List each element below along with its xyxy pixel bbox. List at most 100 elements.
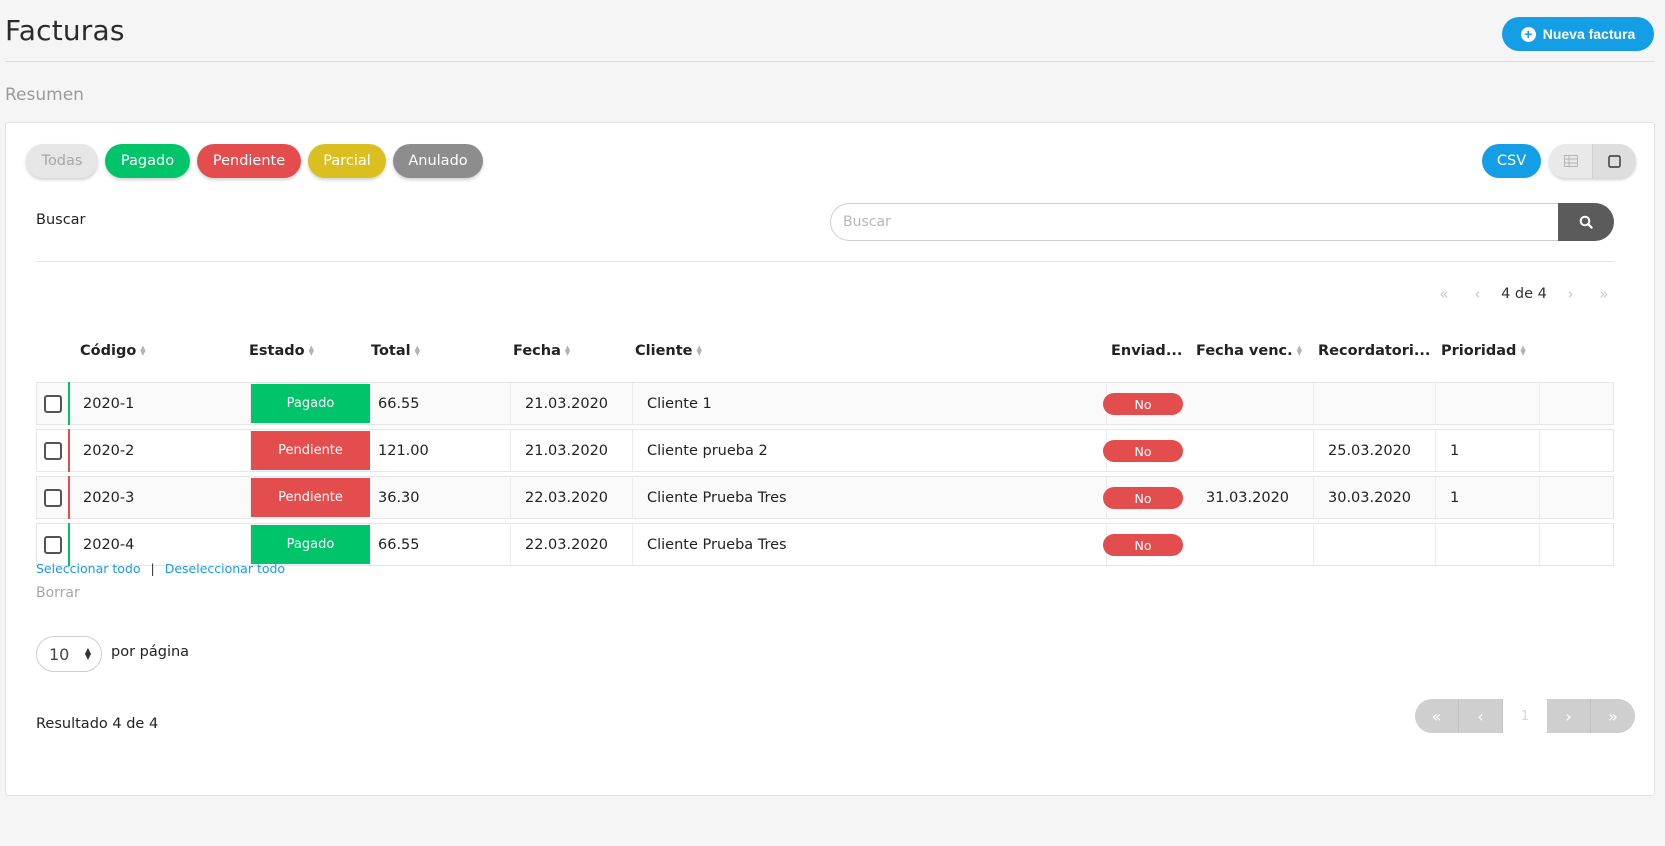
col-header-label: Enviad... — [1111, 343, 1183, 359]
result-count: Resultado 4 de 4 — [36, 716, 159, 732]
col-header-due-date[interactable]: Fecha venc. ▲ ▼ — [1196, 343, 1302, 359]
filter-all-button[interactable]: Todas — [26, 144, 98, 178]
sent-badge: No — [1103, 487, 1183, 509]
table-row[interactable]: 2020-2 121.00 21.03.2020 Cliente prueba 2 25… — [36, 429, 1614, 472]
row-checkbox[interactable] — [44, 489, 62, 507]
status-indicator-bar — [68, 429, 70, 472]
cell-reminder: 30.03.2020 — [1314, 477, 1436, 518]
table-view-button[interactable] — [1549, 144, 1592, 178]
col-header-status[interactable]: Estado ▲ ▼ — [249, 343, 314, 359]
plus-circle-icon: + — [1520, 26, 1536, 42]
cell-client: Cliente 1 — [633, 383, 1107, 424]
table-row[interactable]: 2020-3 36.30 22.03.2020 Cliente Prueba Tres… — [36, 476, 1614, 519]
table-row[interactable]: 2020-1 66.55 21.03.2020 Cliente 1 Pagado No — [36, 382, 1614, 425]
first-page-icon[interactable]: « — [1434, 285, 1454, 303]
filter-paid-button[interactable]: Pagado — [105, 144, 190, 178]
status-badge: Pendiente — [251, 478, 370, 517]
cell-client: Cliente Prueba Tres — [633, 524, 1107, 565]
cell-total: 66.55 — [370, 383, 511, 424]
sent-badge: No — [1103, 440, 1183, 462]
col-header-label: Estado — [249, 343, 305, 359]
cell-total: 66.55 — [370, 524, 511, 565]
chevron-left-icon: ‹ — [1477, 706, 1484, 726]
last-page-icon[interactable]: » — [1594, 285, 1614, 303]
sort-icon: ▲ ▼ — [1296, 344, 1303, 357]
next-page-icon[interactable]: › — [1560, 285, 1580, 303]
cell-due-date — [1192, 524, 1314, 565]
cell-reminder — [1314, 383, 1436, 424]
col-header-label: Fecha venc. — [1196, 343, 1293, 359]
cell-client: Cliente Prueba Tres — [633, 477, 1107, 518]
filter-void-button[interactable]: Anulado — [393, 144, 483, 178]
last-page-button[interactable]: » — [1591, 699, 1635, 733]
per-page-select[interactable]: 10 ▲ ▼ — [36, 636, 102, 672]
search-button[interactable] — [1558, 203, 1614, 241]
per-page-value: 10 — [49, 644, 70, 664]
sort-icon: ▲ ▼ — [696, 344, 702, 357]
table-icon — [1563, 155, 1578, 167]
row-checkbox[interactable] — [44, 536, 62, 554]
deselect-all-link[interactable]: Deseleccionar todo — [165, 561, 285, 576]
page-indicator: 4 de 4 — [1501, 286, 1547, 302]
status-indicator-bar — [68, 523, 70, 566]
sort-icon: ▲ ▼ — [1520, 344, 1526, 357]
col-header-code[interactable]: Código ▲ ▼ — [80, 343, 146, 359]
invoices-table: 2020-1 66.55 21.03.2020 Cliente 1 Pagado No 20… — [36, 382, 1614, 570]
chevron-right-icon: › — [1565, 706, 1572, 726]
col-header-label: Cliente — [635, 343, 693, 359]
csv-export-button[interactable]: CSV — [1482, 144, 1541, 178]
filter-partial-button[interactable]: Parcial — [308, 144, 386, 178]
cell-reminder — [1314, 524, 1436, 565]
prev-page-icon[interactable]: ‹ — [1468, 285, 1488, 303]
select-arrows-icon: ▲ ▼ — [84, 646, 91, 661]
col-header-sent[interactable]: Enviad... — [1111, 343, 1182, 359]
first-page-button[interactable]: « — [1415, 699, 1459, 733]
new-invoice-label: Nueva factura — [1542, 26, 1636, 42]
cell-date: 21.03.2020 — [511, 430, 633, 471]
selection-links: Seleccionar todo | Deseleccionar todo — [36, 561, 285, 576]
card-view-button[interactable] — [1592, 144, 1636, 178]
col-header-priority[interactable]: Prioridad ▲ ▼ — [1441, 343, 1526, 359]
cell-priority: 1 — [1436, 477, 1540, 518]
sent-badge: No — [1103, 393, 1183, 415]
row-checkbox[interactable] — [44, 442, 62, 460]
col-header-client[interactable]: Cliente ▲ ▼ — [635, 343, 702, 359]
search-group — [830, 203, 1614, 241]
status-badge: Pagado — [251, 525, 370, 564]
bottom-pagination: « ‹ 1 › » — [1415, 699, 1635, 733]
cell-due-date: 31.03.2020 — [1192, 477, 1314, 518]
title-divider — [5, 61, 1655, 62]
status-badge: Pendiente — [251, 431, 370, 470]
current-page[interactable]: 1 — [1503, 699, 1547, 733]
col-header-label: Prioridad — [1441, 343, 1517, 359]
sent-badge: No — [1103, 534, 1183, 556]
col-header-label: Recordatori... — [1318, 343, 1431, 359]
view-toggle — [1549, 144, 1636, 178]
square-icon — [1608, 154, 1621, 168]
sort-icon: ▲ ▼ — [140, 344, 146, 357]
cell-code: 2020-2 — [71, 430, 251, 471]
search-label: Buscar — [36, 212, 86, 228]
next-page-button[interactable]: › — [1547, 699, 1591, 733]
col-header-total[interactable]: Total ▲ ▼ — [371, 343, 420, 359]
cell-due-date — [1192, 383, 1314, 424]
search-input[interactable] — [830, 203, 1558, 241]
status-indicator-bar — [68, 382, 70, 425]
col-header-reminder[interactable]: Recordatori... — [1318, 343, 1430, 359]
col-header-date[interactable]: Fecha ▲ ▼ — [513, 343, 570, 359]
per-page-label: por página — [111, 644, 190, 660]
col-header-label: Fecha — [513, 343, 561, 359]
link-separator: | — [150, 561, 155, 576]
sort-icon: ▲ ▼ — [414, 344, 421, 357]
row-checkbox[interactable] — [44, 395, 62, 413]
new-invoice-button[interactable]: + Nueva factura — [1502, 17, 1654, 51]
cell-reminder: 25.03.2020 — [1314, 430, 1436, 471]
table-row[interactable]: 2020-4 66.55 22.03.2020 Cliente Prueba Tres… — [36, 523, 1614, 566]
select-all-link[interactable]: Seleccionar todo — [36, 561, 140, 576]
filter-pending-button[interactable]: Pendiente — [197, 144, 301, 178]
double-chevron-right-icon: » — [1608, 706, 1618, 726]
prev-page-button[interactable]: ‹ — [1459, 699, 1503, 733]
sort-icon: ▲ ▼ — [308, 344, 314, 357]
delete-button[interactable]: Borrar — [36, 585, 80, 601]
cell-code: 2020-4 — [71, 524, 251, 565]
